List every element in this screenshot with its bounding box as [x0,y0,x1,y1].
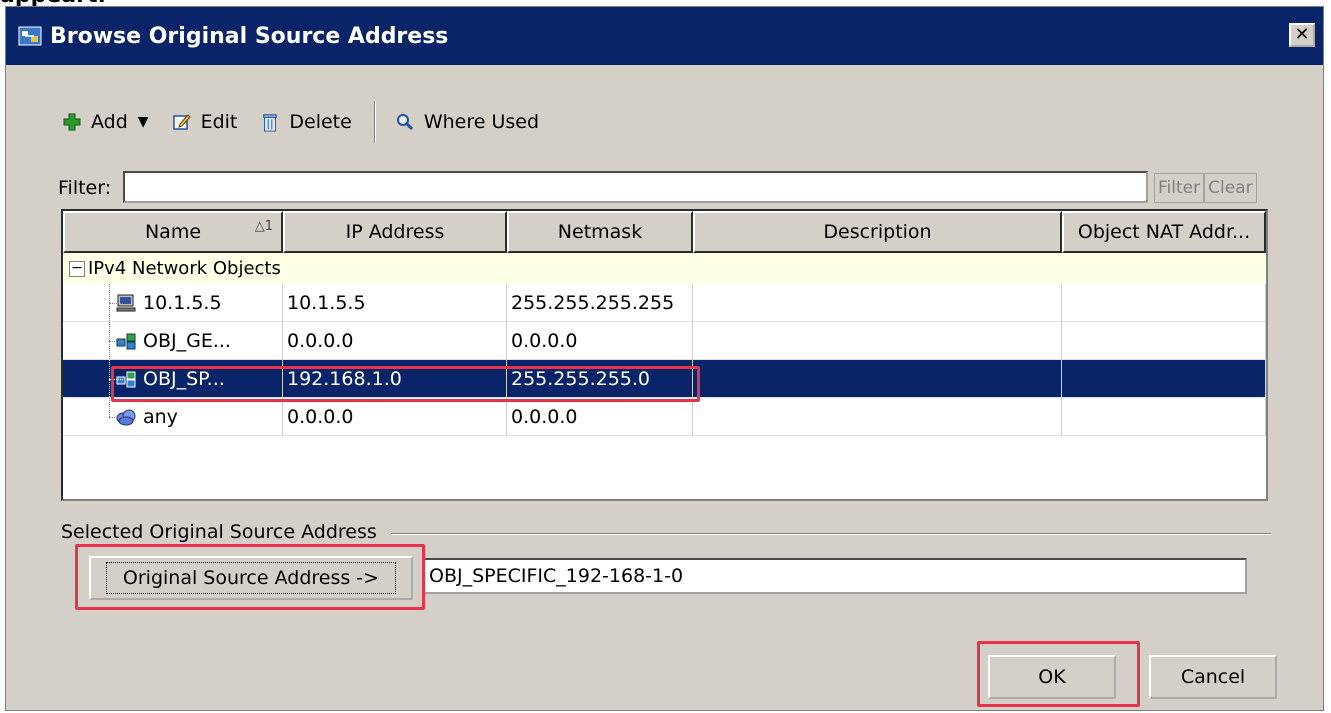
add-button[interactable]: Add ▼ [61,111,149,133]
group-row-ipv4[interactable]: − IPv4 Network Objects [63,253,1266,284]
filter-input[interactable] [123,171,1148,203]
cell-nat [1062,322,1266,360]
column-nat-label: Object NAT Addr... [1077,221,1251,243]
edit-button[interactable]: Edit [171,111,238,133]
row-name: OBJ_GE... [143,329,231,352]
cell-name: 10.1.5.5 [63,284,283,322]
where-used-label: Where Used [423,111,540,133]
edit-icon [172,114,191,130]
objects-table: Name △1 IP Address Netmask Description O… [61,209,1268,501]
selected-group-label: Selected Original Source Address [61,521,377,543]
cell-nat [1062,360,1266,398]
delete-label: Delete [289,111,352,133]
filter-button[interactable]: Filter [1154,173,1205,203]
cell-ip: 10.1.5.5 [283,284,507,322]
title-bar[interactable]: Browse Original Source Address ✕ [6,7,1323,65]
cell-description [693,322,1062,360]
cell-nat [1062,284,1266,322]
table-row[interactable]: OBJ_GE... 0.0.0.0 0.0.0.0 [63,322,1266,360]
where-used-button[interactable]: Where Used [394,111,539,133]
cell-netmask: 0.0.0.0 [507,322,693,360]
dialog-title: Browse Original Source Address [50,24,449,49]
cell-description [693,360,1062,398]
group-label: IPv4 Network Objects [88,258,281,279]
cell-netmask: 255.255.255.0 [507,360,693,398]
delete-button[interactable]: Delete [259,111,352,133]
edit-label: Edit [200,111,238,133]
table-row[interactable]: 10.1.5.5 10.1.5.5 255.255.255.255 [63,284,1266,322]
column-name-label: Name [144,221,202,243]
group-divider [391,533,1271,535]
toolbar-separator [373,101,376,143]
table-header: Name △1 IP Address Netmask Description O… [63,211,1266,253]
cell-netmask: 255.255.255.255 [507,284,693,322]
cell-netmask: 0.0.0.0 [507,398,693,436]
clear-button[interactable]: Clear [1204,173,1257,203]
column-netmask-label: Netmask [557,221,643,243]
table-row-selected[interactable]: OBJ_SP... 192.168.1.0 255.255.255.0 [63,360,1266,398]
cell-name: any [63,398,283,436]
row-name: any [143,405,178,428]
cell-description [693,398,1062,436]
column-ip-label: IP Address [345,221,445,243]
browse-dialog: Browse Original Source Address ✕ Add ▼ E… [5,6,1324,711]
dialog-icon [18,26,42,46]
original-source-address-label: Original Source Address -> [105,562,397,594]
column-header-name[interactable]: Name △1 [63,211,283,253]
row-name: 10.1.5.5 [143,291,222,314]
column-header-description[interactable]: Description [693,211,1062,253]
cell-name: OBJ_SP... [63,360,283,398]
add-dropdown-icon[interactable]: ▼ [138,114,149,130]
column-description-label: Description [823,221,932,243]
cell-name: OBJ_GE... [63,322,283,360]
column-header-netmask[interactable]: Netmask [507,211,693,253]
column-header-nat[interactable]: Object NAT Addr... [1062,211,1266,253]
add-label: Add [91,111,128,133]
search-icon [396,114,413,131]
cell-ip: 192.168.1.0 [283,360,507,398]
ok-button[interactable]: OK [988,655,1116,699]
cell-ip: 0.0.0.0 [283,322,507,360]
filter-actions: Filter Clear [1154,173,1257,203]
cancel-button[interactable]: Cancel [1149,655,1277,699]
close-button[interactable]: ✕ [1289,23,1315,47]
column-header-ip[interactable]: IP Address [283,211,507,253]
table-row[interactable]: any 0.0.0.0 0.0.0.0 [63,398,1266,436]
collapse-icon[interactable]: − [69,260,85,277]
sort-ascending-icon: △1 [254,219,273,234]
cell-ip: 0.0.0.0 [283,398,507,436]
add-icon [63,113,81,131]
row-name: OBJ_SP... [143,367,225,390]
trash-icon [263,114,278,132]
selected-source-field[interactable]: OBJ_SPECIFIC_192-168-1-0 [423,558,1247,594]
cell-nat [1062,398,1266,436]
cell-description [693,284,1062,322]
filter-label: Filter: [58,177,112,199]
toolbar: Add ▼ Edit Delete Where Used [61,101,561,143]
original-source-address-button[interactable]: Original Source Address -> [89,556,413,600]
